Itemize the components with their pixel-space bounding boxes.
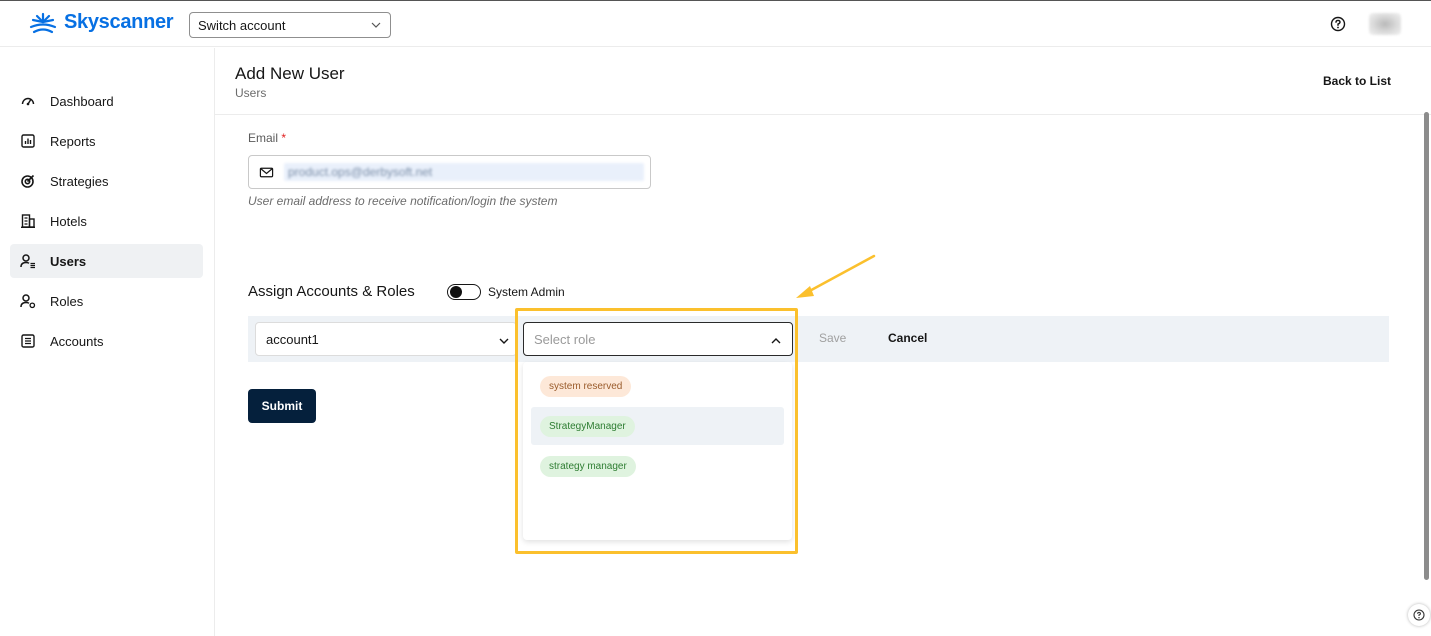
sidebar-item-label: Users (50, 253, 87, 269)
sidebar-item-label: Accounts (50, 333, 104, 349)
role-placeholder: Select role (534, 331, 596, 347)
sidebar-item-label: Dashboard (50, 93, 114, 109)
role-tag: strategy manager (540, 455, 636, 477)
accounts-icon (21, 334, 35, 348)
help-icon (1413, 609, 1425, 621)
back-to-list-link[interactable]: Back to List (1323, 74, 1391, 88)
save-button[interactable]: Save (819, 331, 846, 345)
sidebar-item-hotels[interactable]: Hotels (10, 204, 203, 238)
roles-icon (20, 294, 36, 309)
switch-account-select[interactable]: Switch account (189, 12, 391, 38)
strategies-icon (21, 174, 35, 188)
users-icon (20, 254, 35, 269)
role-tag: StrategyManager (540, 415, 635, 437)
email-field[interactable]: product.ops@derbysoft.net (248, 155, 651, 189)
page-header: Add New User Users Back to List (215, 48, 1431, 115)
sidebar-item-users[interactable]: Users (10, 244, 203, 278)
role-option-strategy-manager[interactable]: strategy manager (531, 447, 784, 485)
role-option-strategymanager[interactable]: StrategyManager (531, 407, 784, 445)
account-select[interactable]: account1 (255, 322, 517, 356)
assign-section-title: Assign Accounts & Roles (248, 283, 415, 300)
help-widget-button[interactable] (1408, 604, 1430, 626)
sidebar: Dashboard Reports Strategies Hotels User… (0, 48, 215, 636)
avatar[interactable] (1369, 13, 1401, 35)
role-dropdown: system reserved StrategyManager strategy… (523, 362, 792, 540)
system-admin-label: System Admin (488, 285, 565, 299)
hotels-icon (21, 214, 35, 228)
system-admin-toggle[interactable] (447, 284, 481, 300)
scrollbar[interactable] (1424, 112, 1429, 580)
skyscanner-logo-icon (29, 12, 57, 33)
submit-button[interactable]: Submit (248, 389, 316, 423)
annotation-arrow-icon (796, 254, 876, 298)
sidebar-item-strategies[interactable]: Strategies (10, 164, 203, 198)
chevron-down-icon (499, 338, 509, 344)
help-icon[interactable] (1330, 16, 1346, 32)
email-value: product.ops@derbysoft.net (284, 163, 644, 181)
role-select[interactable]: Select role (523, 322, 793, 356)
switch-account-label: Switch account (198, 17, 286, 33)
sidebar-item-accounts[interactable]: Accounts (10, 324, 203, 358)
role-tag: system reserved (540, 375, 632, 397)
breadcrumb[interactable]: Users (235, 86, 266, 100)
page-title: Add New User (235, 64, 345, 83)
top-bar: Skyscanner Switch account (0, 0, 1431, 47)
sidebar-item-label: Hotels (50, 213, 87, 229)
skyscanner-logo[interactable]: Skyscanner (28, 11, 174, 34)
email-label: Email * (248, 131, 286, 145)
chevron-down-icon (371, 22, 381, 28)
chevron-up-icon (771, 338, 781, 344)
brand-name: Skyscanner (64, 11, 174, 33)
account-value: account1 (266, 331, 319, 347)
sidebar-item-label: Reports (50, 133, 96, 149)
sidebar-item-label: Roles (50, 293, 84, 309)
cancel-button[interactable]: Cancel (888, 331, 927, 345)
reports-icon (21, 134, 35, 148)
sidebar-item-reports[interactable]: Reports (10, 124, 203, 158)
sidebar-item-label: Strategies (50, 173, 109, 189)
required-mark: * (281, 131, 287, 145)
toggle-knob (450, 286, 462, 298)
email-help-text: User email address to receive notificati… (248, 194, 558, 208)
sidebar-item-dashboard[interactable]: Dashboard (10, 84, 203, 118)
sidebar-item-roles[interactable]: Roles (10, 284, 203, 318)
dashboard-icon (21, 97, 35, 106)
email-label-text: Email (248, 131, 279, 145)
role-option-system-reserved[interactable]: system reserved (531, 367, 784, 405)
mail-icon (259, 167, 274, 177)
